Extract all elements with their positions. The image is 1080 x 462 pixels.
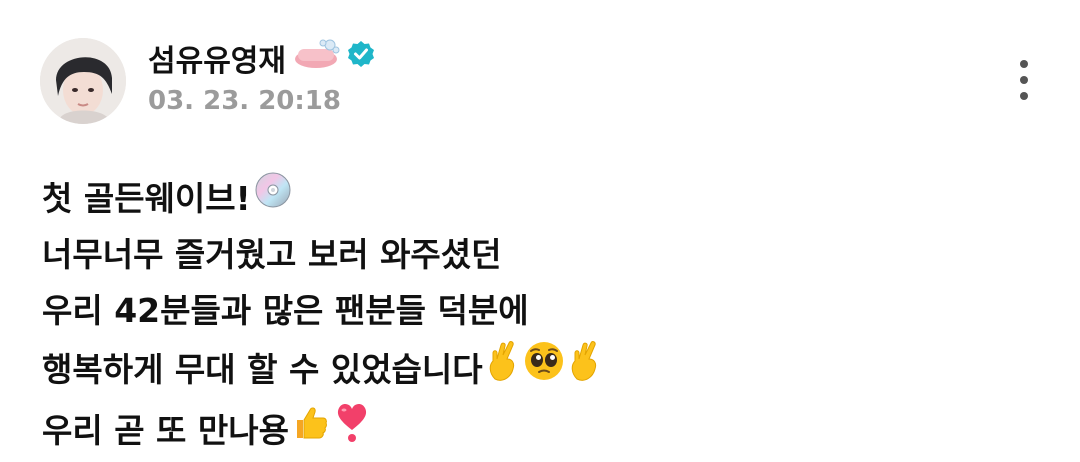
verified-badge-icon <box>346 39 376 77</box>
post-body: 첫 골든웨이브! 너무너무 즐거웠고 보러 와주셨던 우리 42분들과 많은 팬… <box>42 170 1042 461</box>
post-line-1: 첫 골든웨이브! <box>42 170 1042 227</box>
more-options-button[interactable] <box>1008 56 1040 104</box>
pleading-face-icon <box>523 340 565 399</box>
crossed-fingers-icon <box>485 339 521 400</box>
heart-exclamation-icon <box>333 400 371 461</box>
post-line-5-text: 우리 곧 또 만나용 <box>42 410 289 450</box>
crossed-fingers-icon <box>567 339 603 400</box>
more-vertical-icon <box>1020 60 1028 68</box>
cd-icon <box>253 170 293 227</box>
post-line-5: 우리 곧 또 만나용 <box>42 400 1042 461</box>
post-line-2: 너무너무 즐거웠고 보러 와주셨던 <box>42 235 502 274</box>
post-line-4-text: 행복하게 무대 할 수 있었습니다 <box>42 349 483 389</box>
thumbs-up-icon <box>291 402 331 459</box>
post-timestamp: 03. 23. 20:18 <box>148 86 341 116</box>
post-line-3: 우리 42분들과 많은 팬분들 덕분에 <box>42 291 529 330</box>
post-line-1-text: 첫 골든웨이브! <box>42 178 251 218</box>
avatar[interactable] <box>40 38 126 124</box>
author-name-text: 섬유유영재 <box>148 44 286 79</box>
post-card: 섬유유영재 03. 23. 20:18 첫 골든웨이브! 너무너무 즐거웠고 보… <box>0 0 1080 462</box>
author-name[interactable]: 섬유유영재 <box>148 36 376 80</box>
post-line-4: 행복하게 무대 할 수 있었습니다 <box>42 339 1042 400</box>
soap-icon <box>292 37 340 79</box>
